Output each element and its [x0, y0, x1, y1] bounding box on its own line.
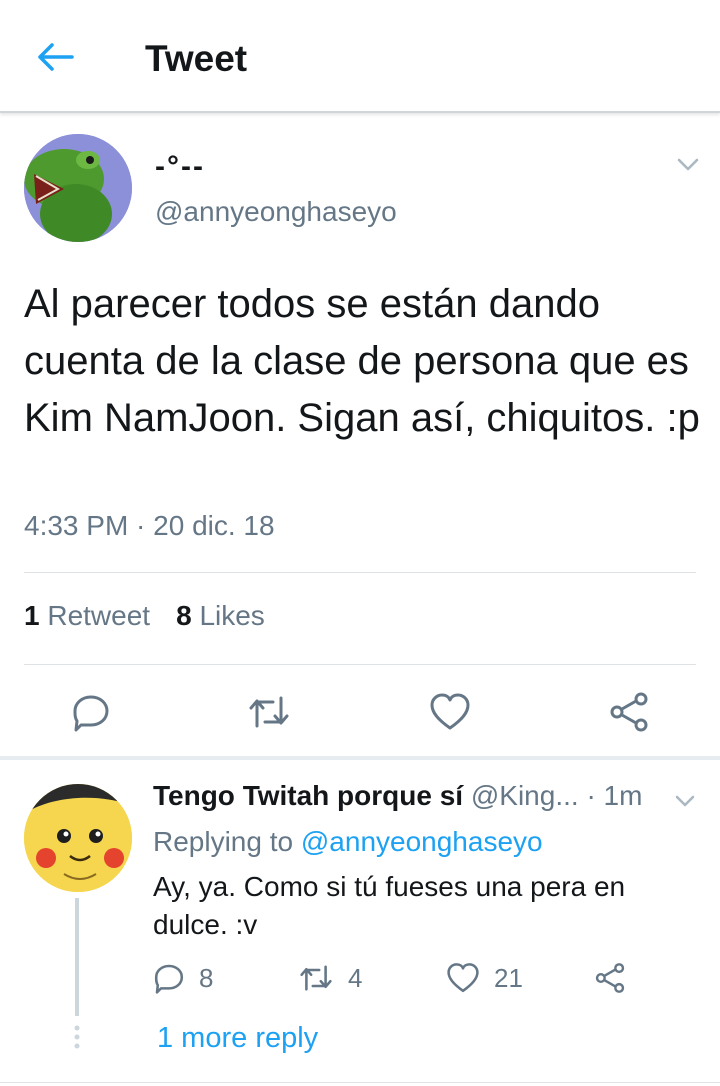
reply-avatar[interactable]	[24, 784, 132, 892]
mention-link[interactable]: @annyeonghaseyo	[301, 826, 543, 857]
likes-label: Likes	[199, 600, 265, 631]
chevron-down-icon	[677, 158, 699, 171]
tweet-timestamp: 4:33 PM · 20 dic. 18	[24, 510, 275, 541]
kermit-avatar-image	[24, 134, 132, 242]
back-button[interactable]	[30, 34, 80, 80]
reply-options-button[interactable]	[672, 788, 698, 814]
like-count: 21	[494, 962, 523, 993]
top-bar: Tweet	[0, 0, 720, 113]
divider	[24, 664, 696, 665]
divider	[24, 572, 696, 573]
arrow-left-icon	[38, 43, 74, 71]
replying-to: Replying to @annyeonghaseyo	[153, 826, 543, 858]
retweets-label: Retweet	[47, 600, 151, 631]
retweet-icon	[249, 696, 289, 728]
retweet-count: 4	[348, 962, 363, 993]
heart-icon	[430, 693, 470, 730]
share-icon	[595, 963, 625, 993]
reply-text: Ay, ya. Como si tú fueses una pera en du…	[153, 871, 626, 940]
tweet-text: Al parecer todos se están dando cuenta d…	[24, 282, 700, 440]
more-replies-link[interactable]: 1 more reply	[157, 1022, 318, 1055]
share-button[interactable]	[605, 688, 653, 736]
avatar[interactable]	[24, 134, 132, 242]
reply-button[interactable]	[67, 688, 115, 736]
retweets-stat[interactable]: 1 Retweet	[24, 600, 150, 632]
share-icon	[610, 692, 648, 732]
like-button[interactable]	[426, 688, 474, 736]
chevron-down-icon	[675, 795, 695, 807]
reply-count: 8	[199, 962, 214, 993]
likes-stat[interactable]: 8 Likes	[176, 600, 265, 632]
divider	[0, 1082, 720, 1083]
replying-prefix: Replying to	[153, 826, 294, 857]
thread-line	[75, 898, 79, 1016]
pikachu-avatar-image	[24, 784, 132, 892]
reply-icon	[154, 964, 184, 994]
reply-reply-button[interactable]: 8	[153, 960, 213, 996]
reply-retweet-button[interactable]: 4	[298, 960, 362, 996]
reply-header: Tengo Twitah porque sí @King... · 1m	[153, 780, 673, 812]
retweets-count: 1	[24, 600, 40, 631]
reply-like-button[interactable]: 21	[446, 960, 523, 996]
reply-icon	[73, 695, 109, 732]
retweet-button[interactable]	[245, 688, 293, 736]
display-name[interactable]: -°--	[155, 150, 205, 184]
heart-icon	[447, 963, 479, 993]
reply-meta: @King... · 1m	[470, 780, 643, 811]
user-handle[interactable]: @annyeonghaseyo	[155, 196, 397, 228]
likes-count: 8	[176, 600, 192, 631]
retweet-icon	[300, 965, 332, 991]
reply-share-button[interactable]	[594, 960, 626, 996]
section-divider	[0, 756, 720, 760]
reply-display-name[interactable]: Tengo Twitah porque sí	[153, 780, 463, 811]
thread-dots-icon	[74, 1025, 80, 1049]
page-title: Tweet	[145, 38, 248, 79]
tweet-stats: 1 Retweet 8 Likes	[24, 600, 265, 632]
tweet-options-button[interactable]	[674, 150, 702, 178]
